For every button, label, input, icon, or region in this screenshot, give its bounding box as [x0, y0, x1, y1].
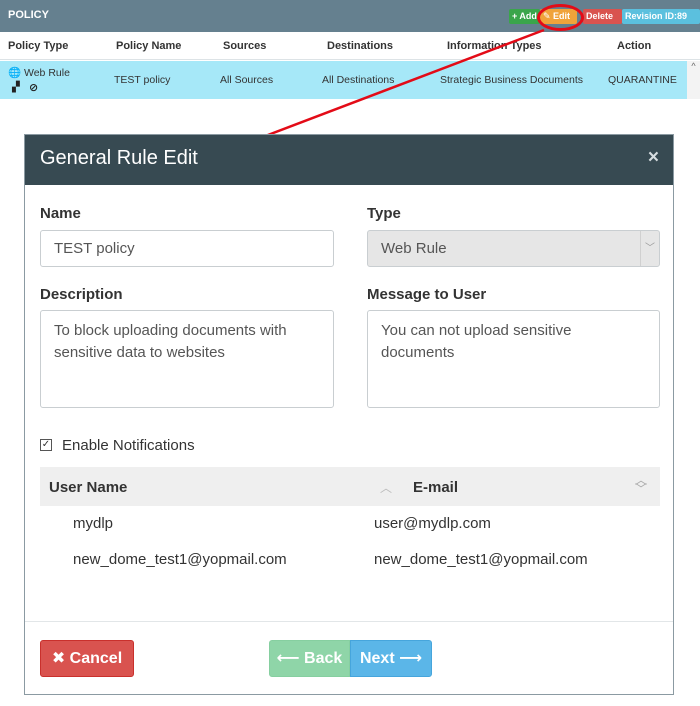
destinations-cell: All Destinations: [322, 74, 395, 86]
chevron-down-icon: ﹀: [640, 231, 659, 266]
user-name-header[interactable]: User Name: [49, 479, 127, 496]
footer-divider: [25, 621, 673, 622]
type-select-value: Web Rule: [381, 240, 447, 257]
globe-icon: 🌐: [8, 67, 22, 79]
back-button[interactable]: ⟵ Back: [269, 640, 350, 677]
col-destinations[interactable]: Destinations: [327, 40, 393, 52]
name-label: Name: [40, 205, 81, 222]
sort-both-icon[interactable]: ︿ ﹀: [635, 474, 647, 495]
name-input[interactable]: TEST policy: [40, 230, 334, 267]
col-policy-type[interactable]: Policy Type: [8, 40, 68, 52]
disable-icon[interactable]: ⊘: [29, 81, 38, 94]
col-action[interactable]: Action: [617, 40, 651, 52]
info-types-cell: Strategic Business Documents: [440, 74, 583, 86]
add-button[interactable]: + Add: [509, 9, 540, 24]
modal-header: General Rule Edit ×: [25, 135, 673, 185]
policy-title: POLICY: [8, 9, 49, 21]
sources-cell: All Sources: [220, 74, 274, 86]
policy-table-header: Policy Type Policy Name Sources Destinat…: [0, 32, 700, 60]
type-select[interactable]: Web Rule ﹀: [367, 230, 660, 267]
notifications-label[interactable]: Enable Notifications: [62, 437, 195, 454]
users-table-header: User Name ︿ E-mail ︿ ﹀: [40, 467, 660, 506]
close-icon[interactable]: ×: [648, 147, 659, 169]
general-rule-edit-dialog: General Rule Edit × Name TEST policy Typ…: [24, 134, 674, 695]
user-email-cell: user@mydlp.com: [374, 515, 491, 532]
scroll-up-icon[interactable]: ^: [687, 61, 700, 99]
edit-highlight-circle: [537, 4, 584, 31]
policy-header: POLICY + Add ✎ Edit Delete Revision ID:8…: [0, 0, 700, 32]
email-header[interactable]: E-mail: [413, 479, 458, 496]
description-label: Description: [40, 286, 123, 303]
revision-badge: Revision ID:89: [622, 9, 700, 24]
col-information-types[interactable]: Information Types: [447, 40, 542, 52]
description-textarea[interactable]: To block uploading documents with sensit…: [40, 310, 334, 408]
copy-icon[interactable]: ▞: [12, 82, 20, 93]
policy-panel: POLICY + Add ✎ Edit Delete Revision ID:8…: [0, 0, 700, 100]
action-cell: QUARANTINE: [608, 74, 677, 86]
message-label: Message to User: [367, 286, 487, 303]
user-name-cell: new_dome_test1@yopmail.com: [73, 551, 287, 568]
policy-name-cell: TEST policy: [114, 74, 171, 86]
user-email-cell: new_dome_test1@yopmail.com: [374, 551, 588, 568]
type-label: Type: [367, 205, 401, 222]
delete-button[interactable]: Delete: [583, 9, 622, 24]
user-name-cell: mydlp: [73, 515, 114, 532]
sort-asc-icon[interactable]: ︿: [380, 479, 392, 496]
col-policy-name[interactable]: Policy Name: [116, 40, 181, 52]
notifications-checkbox[interactable]: ✓: [40, 439, 52, 451]
col-sources[interactable]: Sources: [223, 40, 266, 52]
modal-title: General Rule Edit: [40, 147, 198, 169]
policy-row[interactable]: 🌐 Web Rule ▞ ⊘ TEST policy All Sources A…: [0, 61, 687, 99]
cancel-button[interactable]: ✖ Cancel: [40, 640, 134, 677]
next-button[interactable]: Next ⟶: [350, 640, 432, 677]
message-textarea[interactable]: You can not upload sensitive documents: [367, 310, 660, 408]
policy-type-cell: 🌐 Web Rule: [8, 67, 70, 79]
